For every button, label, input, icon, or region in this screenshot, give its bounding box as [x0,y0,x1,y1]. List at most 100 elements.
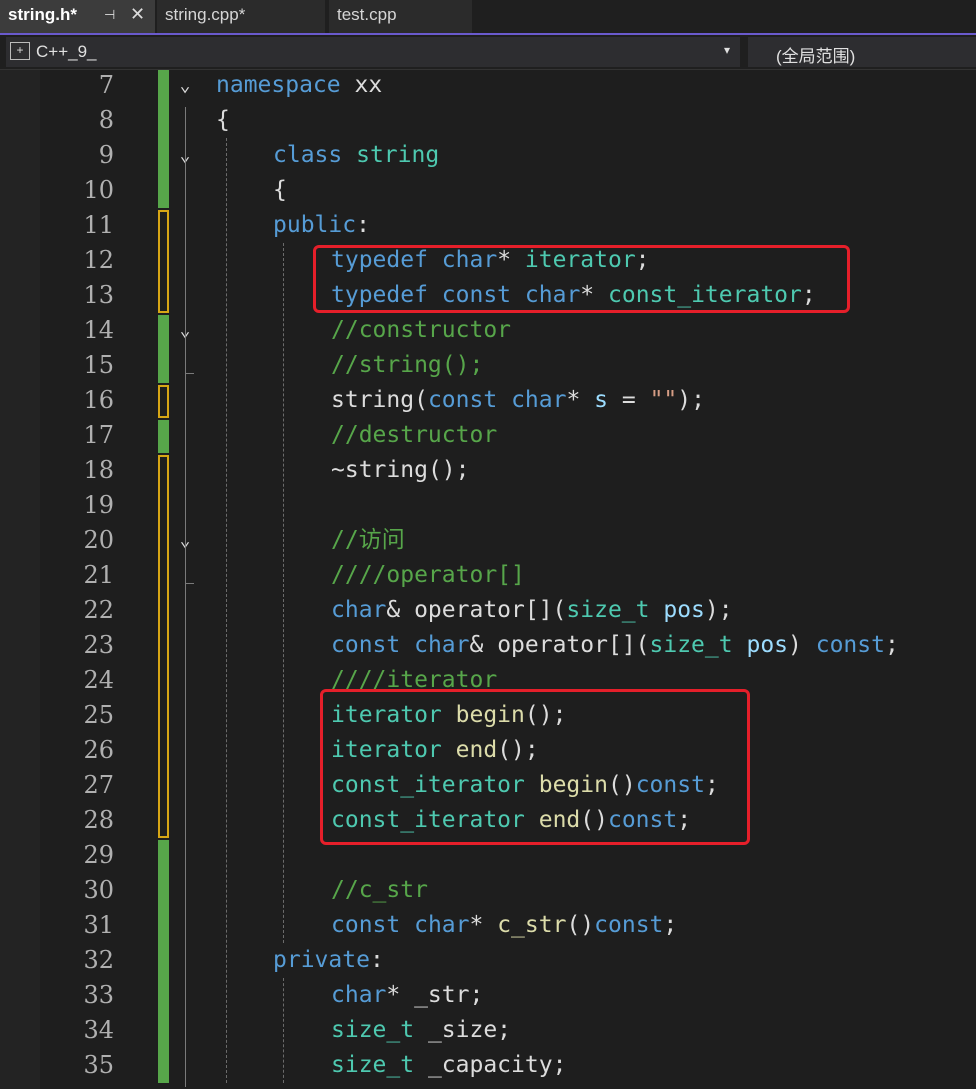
line-number: 35 [83,1051,114,1079]
project-scope-dropdown[interactable]: + C++_9_ ▾ [6,37,740,67]
code-token: string [356,142,440,168]
code-token: "" [649,387,678,413]
code-token: pos [746,632,789,658]
code-token: ) [788,632,816,658]
pin-icon[interactable]: ⊣ [104,7,115,23]
line-number: 12 [83,246,114,274]
code-token: size_t [566,597,650,623]
saved-change-marker [158,420,169,453]
code-token: ( [414,387,428,413]
code-token: size_t [331,1052,415,1078]
code-line[interactable]: { [216,103,230,138]
line-number: 25 [83,701,114,729]
code-token: namespace [216,72,341,98]
line-number: 18 [83,456,114,484]
code-token: ); [704,597,733,623]
scope-dropdown[interactable]: (全局范围) [748,37,976,67]
line-number: 11 [83,211,114,239]
fold-range-end [185,583,194,584]
tab-label: test.cpp [337,5,397,24]
code-editor[interactable]: 7 8 9 10 11 12 13 14 15 16 17 18 19 20 21 22 23 24 25 26 27 2… [0,70,976,1089]
code-line[interactable]: size_t _capacity; [331,1048,566,1083]
code-token: //c_str [331,877,428,903]
code-token: pos [663,597,705,623]
code-token: & operator[]( [386,597,567,623]
code-token: const [815,632,885,658]
line-number: 13 [83,281,114,309]
line-number: 33 [83,981,114,1009]
code-line[interactable]: ~string(); [331,453,469,488]
code-token: { [216,107,230,133]
unsaved-change-marker [158,210,169,313]
line-number: 19 [83,491,114,519]
editor-margin [0,70,40,1089]
code-line[interactable]: //c_str [331,873,428,908]
code-token: _capacity; [414,1052,567,1078]
code-token: char [331,597,387,623]
code-token: public [273,212,357,238]
chevron-down-icon[interactable]: ▾ [724,43,730,57]
code-token: ; [663,912,678,938]
line-number: 23 [83,631,114,659]
line-number: 21 [83,561,114,589]
code-line[interactable]: private: [273,943,384,978]
code-line[interactable]: string(const char* s = ""); [331,383,705,418]
code-token: () [566,912,595,938]
saved-change-marker [158,840,169,1083]
code-token: ~string [331,457,428,483]
fold-range-line [185,177,186,1087]
code-token: { [273,177,287,203]
saved-change-marker [158,70,169,208]
code-token: & operator[]( [469,632,650,658]
code-line[interactable]: //destructor [331,418,497,453]
code-token: class [273,142,343,168]
fold-range-line [185,352,186,373]
code-line[interactable]: char& operator[](size_t pos); [331,593,733,628]
code-line[interactable]: //string(); [331,348,483,383]
tab-label: string.cpp* [165,5,246,24]
code-line[interactable]: //访问 [331,523,405,558]
code-line[interactable]: //constructor [331,313,511,348]
code-token: //string(); [331,352,484,378]
indent-guide [226,138,227,1083]
tab-label: string.h* [8,5,77,24]
code-token: * [469,912,498,938]
code-token: (); [427,457,470,483]
code-line[interactable]: const char* c_str()const; [331,908,677,943]
line-number: 24 [83,666,114,694]
code-line[interactable]: char* _str; [331,978,483,1013]
project-icon: + [10,42,30,60]
code-line[interactable]: const char& operator[](size_t pos) const… [331,628,899,663]
code-line[interactable]: public: [273,208,370,243]
navigation-bar: + C++_9_ ▾ (全局范围) [0,35,976,70]
code-line[interactable]: { [273,173,287,208]
code-token: //destructor [331,422,498,448]
fold-range-line [185,562,186,583]
code-line[interactable]: namespace xx [216,68,382,103]
project-scope-label: C++_9_ [36,42,97,61]
code-token: char [414,632,470,658]
tab-test-cpp[interactable]: test.cpp [329,0,472,33]
code-token: _size; [414,1017,512,1043]
tab-bar: string.h* ⊣ ✕ string.cpp* test.cpp [0,0,976,35]
code-token: ); [677,387,705,413]
line-number: 31 [83,911,114,939]
tab-string-h[interactable]: string.h* ⊣ ✕ [0,0,155,33]
highlight-box-typedefs [313,245,850,313]
unsaved-change-marker [158,455,169,838]
code-line[interactable]: ////operator[] [331,558,525,593]
line-number: 7 [98,71,114,99]
unsaved-change-marker [158,385,169,418]
code-token: = [608,387,650,413]
chevron-down-icon[interactable]: ⌄ [170,68,200,103]
fold-range-end [185,373,194,374]
code-token: size_t [331,1017,415,1043]
code-line[interactable]: size_t _size; [331,1013,511,1048]
tab-string-cpp[interactable]: string.cpp* [157,0,325,33]
line-number: 15 [83,351,114,379]
close-icon[interactable]: ✕ [130,4,145,25]
code-line[interactable]: class string [273,138,439,173]
code-token: char [331,982,387,1008]
